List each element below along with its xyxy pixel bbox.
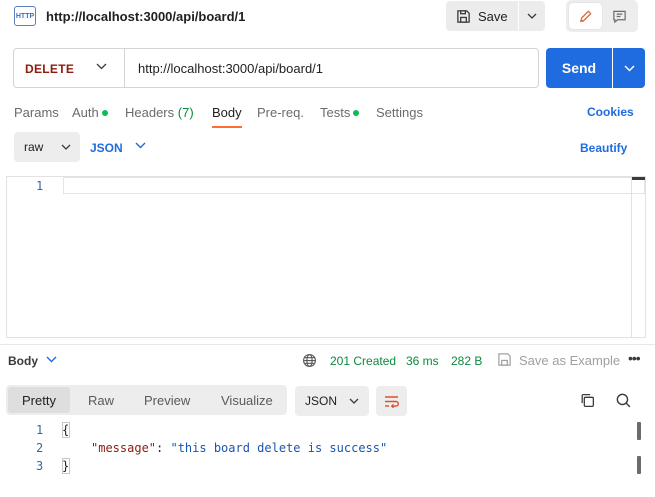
chevron-down-icon — [623, 64, 635, 72]
save-options-button[interactable] — [519, 1, 545, 31]
auth-status-dot — [101, 110, 108, 116]
response-line-number: 3 — [36, 459, 44, 473]
body-mode-value: raw — [24, 140, 44, 154]
save-as-example-button[interactable]: Save as Example — [519, 353, 620, 368]
cookies-link[interactable]: Cookies — [587, 105, 634, 119]
more-options-icon[interactable]: ••• — [628, 350, 641, 366]
beautify-button[interactable]: Beautify — [580, 141, 627, 155]
active-tab-indicator — [212, 126, 242, 128]
pencil-icon — [579, 9, 592, 22]
documentation-mode-button[interactable] — [603, 3, 636, 29]
editor-scrollbar[interactable] — [631, 177, 645, 337]
tab-settings[interactable]: Settings — [376, 105, 423, 120]
editor-line-number: 1 — [36, 179, 44, 193]
tab-body[interactable]: Body — [212, 105, 242, 120]
json-colon: : — [156, 441, 171, 455]
save-button-label: Save — [478, 8, 508, 24]
tab-auth-label: Auth — [72, 105, 99, 120]
request-title[interactable]: http://localhost:3000/api/board/1 — [46, 9, 245, 24]
response-format-value: JSON — [305, 394, 338, 408]
tab-pretty[interactable]: Pretty — [22, 393, 56, 408]
chevron-down-icon — [349, 398, 359, 404]
response-status[interactable]: 201 Created — [330, 354, 396, 368]
save-button[interactable]: Save — [446, 1, 518, 31]
response-time[interactable]: 36 ms — [406, 354, 439, 368]
send-button[interactable]: Send — [546, 48, 612, 88]
tab-headers-label: Headers — [125, 105, 175, 120]
wrap-lines-button[interactable] — [376, 386, 407, 416]
tab-auth[interactable]: Auth — [72, 105, 108, 120]
chevron-down-icon[interactable] — [135, 142, 146, 149]
tab-tests[interactable]: Tests — [320, 105, 360, 120]
save-icon — [498, 353, 511, 366]
chevron-down-icon — [61, 144, 71, 150]
request-body-editor[interactable] — [6, 176, 646, 338]
response-size[interactable]: 282 B — [451, 354, 482, 368]
url-input[interactable]: http://localhost:3000/api/board/1 — [138, 61, 323, 76]
tab-params[interactable]: Params — [14, 105, 59, 120]
url-divider — [124, 49, 125, 87]
search-icon[interactable] — [615, 392, 632, 409]
pane-divider[interactable] — [0, 344, 655, 345]
copy-icon[interactable] — [579, 392, 596, 409]
chevron-down-icon[interactable] — [96, 63, 107, 70]
chevron-down-icon[interactable] — [46, 356, 57, 363]
tab-tests-label: Tests — [320, 105, 351, 120]
response-format-select[interactable]: JSON — [295, 386, 369, 416]
response-section-select[interactable]: Body — [8, 354, 38, 368]
tests-status-dot — [353, 110, 360, 116]
tab-visualize[interactable]: Visualize — [221, 393, 273, 408]
body-language-select[interactable]: JSON — [90, 141, 123, 155]
wrap-lines-icon — [385, 395, 399, 408]
json-key: "message" — [91, 441, 157, 455]
tab-raw[interactable]: Raw — [88, 393, 114, 408]
globe-icon[interactable] — [302, 353, 317, 368]
json-line: "message": "this board delete is success… — [91, 441, 387, 455]
edit-mode-button[interactable] — [569, 3, 602, 29]
headers-count: (7) — [177, 105, 194, 120]
http-request-icon: HTTP — [14, 6, 36, 26]
method-selector[interactable]: DELETE — [25, 62, 74, 76]
tab-prereq[interactable]: Pre-req. — [257, 105, 304, 120]
json-value: "this board delete is success" — [170, 441, 388, 455]
response-line-number: 1 — [36, 423, 44, 437]
editor-scrollbar-thumb[interactable] — [632, 177, 645, 180]
save-icon — [457, 9, 470, 23]
json-close-brace: } — [62, 459, 70, 473]
response-scrollbar-thumb[interactable] — [637, 456, 641, 474]
comment-doc-icon — [613, 10, 626, 23]
tab-preview[interactable]: Preview — [144, 393, 190, 408]
response-scrollbar-thumb[interactable] — [637, 422, 641, 440]
tab-headers[interactable]: Headers (7) — [125, 105, 194, 120]
editor-active-line[interactable] — [63, 177, 645, 194]
response-line-number: 2 — [36, 441, 44, 455]
send-options-button[interactable] — [613, 48, 645, 88]
json-open-brace: { — [62, 423, 70, 437]
chevron-down-icon — [527, 13, 537, 19]
body-mode-select[interactable]: raw — [14, 132, 80, 162]
